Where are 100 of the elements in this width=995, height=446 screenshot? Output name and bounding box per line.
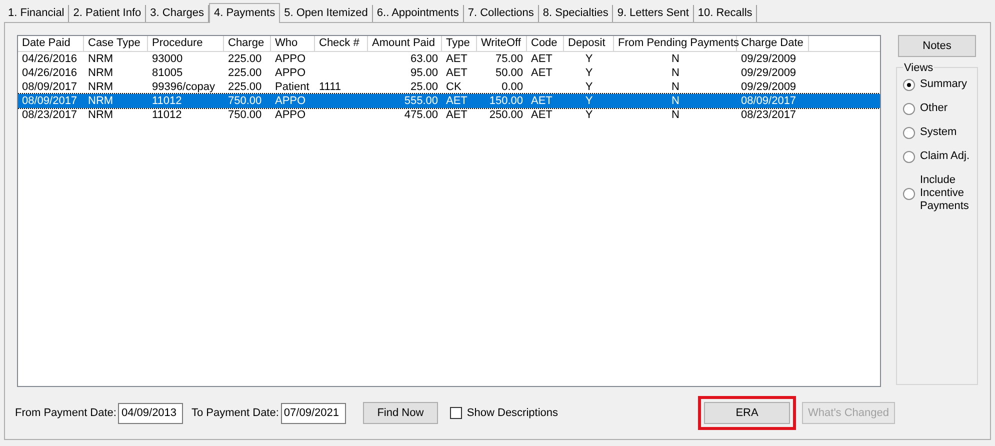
- table-cell: APPO: [275, 67, 306, 79]
- table-cell: 225.00: [228, 67, 262, 79]
- table-cell: 09/29/2009: [741, 53, 796, 65]
- find-now-button[interactable]: Find Now: [362, 402, 438, 424]
- table-cell: Y: [585, 109, 593, 121]
- table-cell: 11012: [152, 95, 182, 107]
- table-row[interactable]: 04/26/2016 NRM 81005 225.00 APPO 95.00 AET 50.00 AET Y N 09/29/2009: [18, 66, 880, 80]
- table-cell: 225.00: [228, 81, 262, 93]
- table-cell: 11012: [152, 109, 182, 121]
- table-cell: 08/09/2017: [22, 81, 78, 93]
- tab[interactable]: 9. Letters Sent: [613, 5, 694, 22]
- table-cell: N: [672, 53, 680, 65]
- table-cell: 1111: [319, 81, 342, 93]
- tab[interactable]: 8. Specialties: [538, 5, 614, 22]
- radio-option[interactable]: System: [903, 126, 977, 139]
- column-header[interactable]: Date Paid: [18, 36, 84, 52]
- table-cell: AET: [446, 53, 468, 65]
- tab[interactable]: 5. Open Itemized: [280, 5, 373, 22]
- table-row[interactable]: 04/26/2016 NRM 93000 225.00 APPO 63.00 AET 75.00 AET Y N 09/29/2009: [18, 52, 880, 66]
- table-row[interactable]: 08/09/2017 NRM 11012 750.00 APPO 555.00 AET 150.00 AET Y N 08/09/2017: [18, 94, 880, 108]
- column-header[interactable]: Amount Paid: [368, 36, 442, 52]
- table-cell: Y: [585, 67, 593, 79]
- table-cell: N: [672, 109, 680, 121]
- table-cell: Y: [585, 95, 593, 107]
- tab[interactable]: 10. Recalls: [694, 5, 758, 22]
- table-cell: AET: [531, 95, 552, 107]
- column-header[interactable]: From Pending Payments: [614, 36, 737, 52]
- table-cell: NRM: [88, 67, 114, 79]
- table-cell: NRM: [88, 81, 114, 93]
- column-header[interactable]: Check #: [315, 36, 368, 52]
- table-cell: Patient: [275, 81, 310, 93]
- tab[interactable]: 1. Financial: [4, 5, 70, 22]
- table-cell: CK: [446, 81, 462, 93]
- table-cell: 555.00: [404, 95, 438, 107]
- table-cell: 04/26/2016: [22, 67, 78, 79]
- tab[interactable]: 7. Collections: [464, 5, 539, 22]
- to-date-field[interactable]: 07/09/2021: [280, 402, 346, 424]
- table-cell: N: [672, 81, 680, 93]
- table-cell: 95.00: [410, 67, 438, 79]
- table-cell: APPO: [275, 95, 306, 107]
- column-header[interactable]: WriteOff: [477, 36, 527, 52]
- table-cell: APPO: [275, 53, 306, 65]
- column-header[interactable]: Case Type: [84, 36, 148, 52]
- table-cell: 0.00: [502, 81, 523, 93]
- field-label: From Payment Date:: [15, 406, 116, 421]
- column-header[interactable]: Type: [442, 36, 477, 52]
- table-cell: AET: [531, 53, 552, 65]
- table-cell: APPO: [275, 109, 306, 121]
- table-cell: 50.00: [495, 67, 523, 79]
- table-cell: AET: [531, 67, 552, 79]
- table-cell: N: [672, 67, 680, 79]
- table-cell: 04/26/2016: [22, 53, 78, 65]
- table-cell: 08/09/2017: [22, 95, 78, 107]
- table-cell: 150.00: [489, 95, 523, 107]
- table-cell: 08/09/2017: [741, 95, 796, 107]
- tab[interactable]: 4. Payments: [208, 3, 280, 23]
- column-header[interactable]: Charge Date: [737, 36, 809, 52]
- radio-button[interactable]: [903, 78, 915, 90]
- table-row[interactable]: 08/23/2017 NRM 11012 750.00 APPO 475.00 AET 250.00 AET Y N 08/23/2017: [18, 108, 880, 122]
- table-cell: 99396/copay: [152, 81, 215, 93]
- table-cell: 08/23/2017: [741, 109, 796, 121]
- tab[interactable]: 2. Patient Info: [69, 5, 146, 22]
- table-cell: 25.00: [410, 81, 438, 93]
- checkbox[interactable]: [450, 407, 462, 419]
- radio-button[interactable]: [903, 150, 915, 162]
- table-cell: 750.00: [228, 95, 262, 107]
- table-cell: 475.00: [404, 109, 438, 121]
- table-cell: 63.00: [410, 53, 438, 65]
- column-header[interactable]: Charge: [224, 36, 271, 52]
- table-cell: 250.00: [489, 109, 523, 121]
- table-cell: 75.00: [495, 53, 523, 65]
- table-cell: 09/29/2009: [741, 67, 796, 79]
- table-cell: NRM: [88, 53, 114, 65]
- column-header[interactable]: Procedure: [148, 36, 224, 52]
- from-date-field[interactable]: 04/09/2013: [118, 402, 184, 424]
- table-cell: AET: [446, 95, 468, 107]
- tab[interactable]: 6.. Appointments: [372, 5, 464, 22]
- column-header[interactable]: Code: [527, 36, 564, 52]
- table-cell: Y: [585, 81, 593, 93]
- table-cell: 750.00: [228, 109, 262, 121]
- column-header[interactable]: Who: [271, 36, 315, 52]
- radio-button[interactable]: [903, 188, 915, 200]
- radio-option[interactable]: Other: [903, 102, 977, 115]
- column-header[interactable]: Deposit: [564, 36, 614, 52]
- radio-button[interactable]: [903, 126, 915, 138]
- table-cell: Y: [585, 53, 593, 65]
- table-cell: N: [672, 95, 680, 107]
- table-cell: 225.00: [228, 53, 262, 65]
- table-cell: 93000: [152, 53, 183, 65]
- action-button[interactable]: ERA: [704, 402, 790, 424]
- radio-option[interactable]: Summary: [903, 78, 977, 91]
- table-row[interactable]: 08/09/2017 NRM 99396/copay 225.00 Patient 1111 25.00 CK 0.00 Y N 09/29/2009: [18, 80, 880, 94]
- radio-option[interactable]: Include Incentive Payments: [903, 174, 977, 213]
- radio-button[interactable]: [903, 102, 915, 114]
- table-cell: NRM: [88, 95, 114, 107]
- table-cell: 08/23/2017: [22, 109, 78, 121]
- table-cell: 81005: [152, 67, 183, 79]
- checkbox-label: Show Descriptions: [466, 406, 558, 421]
- radio-option[interactable]: Claim Adj.: [903, 150, 977, 163]
- notes-button[interactable]: Notes: [898, 35, 976, 57]
